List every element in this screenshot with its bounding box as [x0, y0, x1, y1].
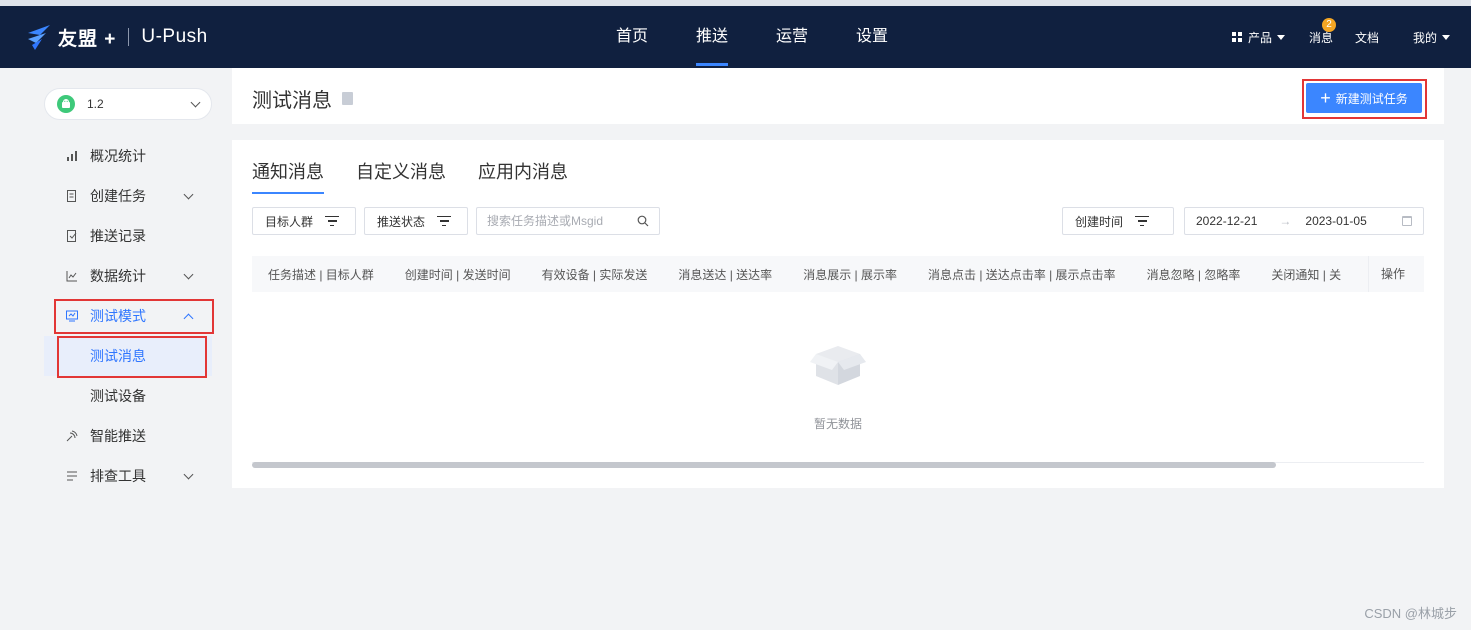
satellite-icon	[66, 430, 78, 442]
list-icon	[66, 470, 78, 482]
nav-settings[interactable]: 设置	[832, 6, 912, 68]
sidebar-item-push-records[interactable]: 推送记录	[44, 216, 212, 256]
logo[interactable]: 友盟 + U-Push	[26, 22, 208, 52]
column-header: 消息展示 | 展示率	[803, 267, 897, 282]
sidebar-subitem-test-message[interactable]: 测试消息	[44, 336, 212, 376]
message-tabs: 通知消息 自定义消息 应用内消息	[252, 158, 600, 194]
sidebar-item-label: 数据统计	[90, 268, 146, 284]
filter-icon	[437, 214, 452, 228]
sidebar-item-troubleshoot[interactable]: 排查工具	[44, 456, 212, 496]
bookmark-icon[interactable]	[342, 92, 353, 105]
tab-custom[interactable]: 自定义消息	[356, 158, 446, 194]
sort-created-time[interactable]: 创建时间	[1062, 207, 1174, 235]
column-header: 创建时间 | 发送时间	[404, 267, 511, 282]
chevron-down-icon	[190, 97, 201, 107]
calendar-icon	[1402, 216, 1412, 226]
column-header: 消息点击 | 送达点击率 | 展示点击率	[927, 267, 1116, 282]
sidebar: 1.2 概况统计 创建任务 推送记录 数据统计 测试模式 测试消息 测试设备 智…	[0, 68, 232, 630]
date-end: 2023-01-05	[1305, 214, 1367, 228]
search-icon[interactable]	[637, 215, 649, 227]
sidebar-item-label: 推送记录	[90, 228, 146, 244]
account-label: 我的	[1412, 30, 1437, 45]
caret-down-icon	[1442, 34, 1450, 40]
status-filter[interactable]: 推送状态	[364, 207, 468, 235]
target-filter[interactable]: 目标人群	[252, 207, 356, 235]
umeng-bird-icon	[28, 25, 50, 50]
chevron-down-icon	[183, 469, 194, 479]
status-filter-label: 推送状态	[377, 214, 426, 229]
main-nav: 首页 推送 运营 设置	[592, 6, 912, 68]
document-icon	[66, 190, 78, 202]
target-filter-label: 目标人群	[265, 214, 314, 229]
sidebar-item-overview[interactable]: 概况统计	[44, 136, 212, 176]
chevron-up-icon	[183, 313, 194, 323]
monitor-icon	[66, 310, 78, 322]
products-label: 产品	[1247, 30, 1272, 45]
table-scrollbar[interactable]	[252, 462, 1276, 468]
sort-label: 创建时间	[1075, 214, 1124, 229]
products-menu[interactable]: 产品	[1231, 29, 1285, 46]
bar-chart-icon	[66, 150, 78, 162]
column-header-ops: 操作	[1368, 256, 1424, 292]
column-header: 任务描述 | 目标人群	[268, 267, 374, 282]
new-test-task-label: 新建测试任务	[1335, 91, 1408, 106]
page-title: 测试消息	[252, 84, 353, 113]
account-menu[interactable]: 我的	[1413, 29, 1450, 46]
app-version-select[interactable]: 1.2	[44, 88, 212, 120]
empty-state-text: 暂无数据	[813, 417, 862, 431]
sidebar-item-label: 排查工具	[90, 468, 146, 484]
page-title-text: 测试消息	[252, 90, 332, 112]
watermark: CSDN @林城步	[1364, 606, 1457, 621]
empty-box-icon	[232, 338, 1444, 395]
search-box	[476, 207, 660, 235]
sidebar-subitem-test-device[interactable]: 测试设备	[44, 376, 212, 416]
sidebar-item-label: 概况统计	[90, 148, 146, 164]
filter-icon	[1135, 214, 1150, 228]
column-header: 消息送达 | 送达率	[678, 267, 773, 282]
plus-icon: +	[1320, 88, 1331, 108]
nav-push[interactable]: 推送	[672, 6, 752, 68]
page-header: 测试消息 + 新建测试任务	[232, 68, 1444, 124]
filter-icon	[325, 214, 340, 228]
messages-badge: 2	[1321, 17, 1336, 32]
sidebar-item-label: 智能推送	[90, 428, 146, 444]
caret-down-icon	[1276, 34, 1285, 40]
record-icon	[66, 230, 78, 242]
search-input[interactable]	[487, 214, 637, 228]
sidebar-item-smart-push[interactable]: 智能推送	[44, 416, 212, 456]
nav-home[interactable]: 首页	[592, 6, 672, 68]
logo-divider	[128, 28, 130, 46]
product-name: U-Push	[141, 26, 208, 47]
new-test-task-button[interactable]: + 新建测试任务	[1306, 83, 1422, 113]
sidebar-item-label: 测试模式	[90, 308, 146, 324]
content-panel: 通知消息 自定义消息 应用内消息 目标人群 推送状态 创建时间 2022-12-…	[232, 140, 1444, 488]
sidebar-item-create-task[interactable]: 创建任务	[44, 176, 212, 216]
tab-notification[interactable]: 通知消息	[252, 158, 324, 194]
tab-in-app[interactable]: 应用内消息	[478, 158, 568, 194]
grid-icon	[1231, 32, 1242, 42]
android-icon	[57, 95, 75, 113]
messages-link[interactable]: 消息 2	[1309, 17, 1336, 46]
chevron-down-icon	[183, 269, 194, 279]
date-start: 2022-12-21	[1196, 214, 1258, 228]
docs-label: 文档	[1354, 30, 1379, 45]
table-header: 任务描述 | 目标人群 创建时间 | 发送时间 有效设备 | 实际发送 消息送达…	[252, 256, 1424, 292]
chevron-down-icon	[183, 189, 194, 199]
brand-name: 友盟 +	[58, 28, 117, 50]
sidebar-item-data-stats[interactable]: 数据统计	[44, 256, 212, 296]
docs-link[interactable]: 文档	[1355, 29, 1379, 46]
column-header: 有效设备 | 实际发送	[541, 267, 648, 282]
date-range-picker[interactable]: 2022-12-21 → 2023-01-05	[1184, 207, 1424, 235]
app-version-value: 1.2	[87, 97, 104, 111]
line-chart-icon	[66, 270, 78, 282]
sidebar-item-test-mode[interactable]: 测试模式	[44, 296, 212, 336]
nav-operation[interactable]: 运营	[752, 6, 832, 68]
column-header: 消息忽略 | 忽略率	[1146, 267, 1241, 282]
column-header: 关闭通知 | 关	[1271, 267, 1342, 282]
arrow-right-icon: →	[1279, 214, 1292, 228]
user-nav: 产品 消息 2 文档 我的	[1231, 6, 1471, 68]
sidebar-item-label: 创建任务	[90, 188, 146, 204]
top-navbar: 友盟 + U-Push 首页 推送 运营 设置 产品 消息 2 文档 我的	[0, 6, 1471, 68]
